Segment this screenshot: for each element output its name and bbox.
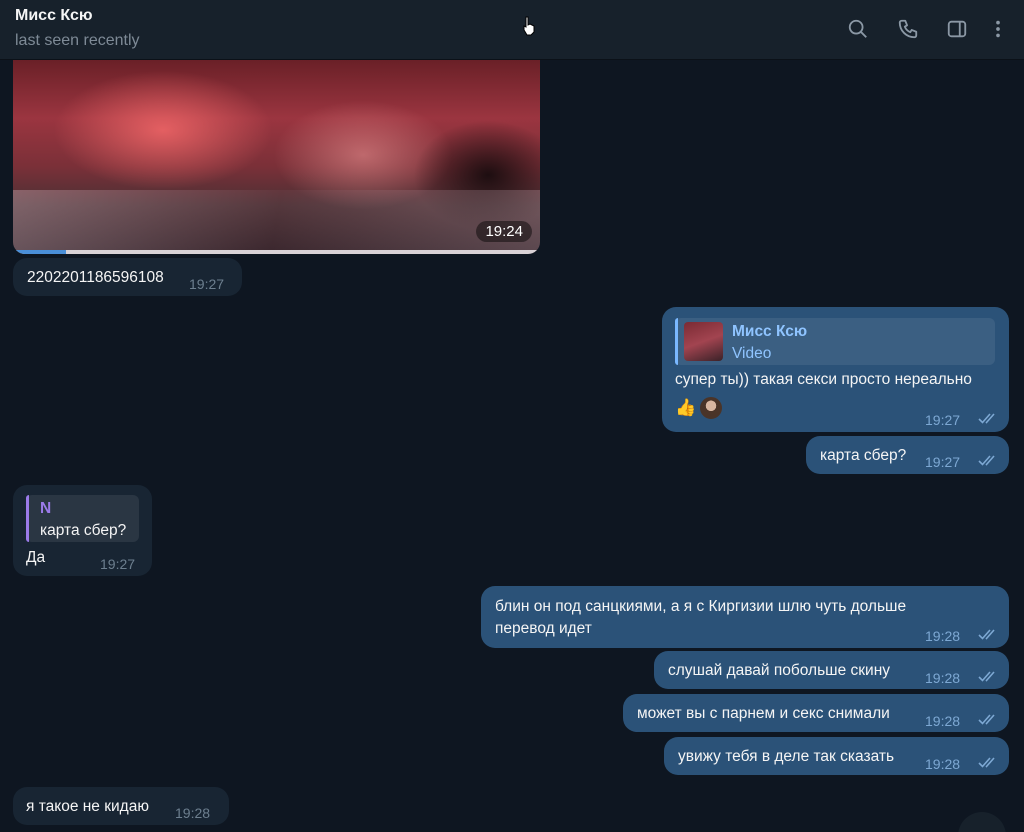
message-time: 19:28 bbox=[925, 628, 961, 644]
message-time: 19:28 bbox=[925, 713, 961, 729]
message-bubble-incoming[interactable]: 2202201186596108 19:27 bbox=[13, 258, 242, 296]
message-bubble-outgoing[interactable]: увижу тебя в деле так сказать 19:28 bbox=[664, 737, 1009, 775]
video-progress-fill bbox=[13, 250, 66, 254]
read-receipt-icon bbox=[978, 413, 995, 424]
message-text: увижу тебя в деле так сказать bbox=[678, 748, 895, 765]
message-time: 19:28 bbox=[925, 756, 961, 772]
mouse-cursor-icon bbox=[523, 16, 535, 36]
reply-quote[interactable]: N карта сбер? bbox=[26, 495, 139, 542]
message-time: 19:27 bbox=[189, 276, 225, 292]
message-reaction[interactable]: 👍 bbox=[675, 396, 724, 420]
message-time: 19:24 bbox=[476, 221, 532, 242]
message-text-line: перевод идет bbox=[495, 620, 592, 637]
message-text: может вы с парнем и секс снимали bbox=[637, 705, 890, 722]
read-receipt-icon bbox=[978, 714, 995, 725]
message-bubble-outgoing[interactable]: блин он под санцкиями, а я с Киргизии шл… bbox=[481, 586, 1009, 648]
reply-quote-bar bbox=[26, 495, 29, 542]
read-receipt-icon bbox=[978, 455, 995, 466]
message-bubble-outgoing[interactable]: может вы с парнем и секс снимали 19:28 bbox=[623, 694, 1009, 732]
sidebar-toggle-icon[interactable] bbox=[944, 16, 970, 42]
reply-preview: Video bbox=[732, 345, 772, 362]
scroll-to-bottom-button[interactable] bbox=[958, 812, 1006, 832]
video-frame-highlight bbox=[53, 70, 273, 190]
message-bubble-incoming[interactable]: я такое не кидаю 19:28 bbox=[13, 787, 229, 825]
reply-quote-bar bbox=[675, 318, 678, 365]
reply-author: Мисс Ксю bbox=[732, 323, 808, 340]
message-bubble-outgoing[interactable]: карта сбер? 19:27 bbox=[806, 436, 1009, 474]
message-text: я такое не кидаю bbox=[26, 798, 149, 815]
reaction-emoji: 👍 bbox=[675, 398, 697, 417]
reply-video-thumbnail bbox=[684, 322, 723, 361]
video-progress-track[interactable] bbox=[13, 250, 540, 254]
reply-author: N bbox=[40, 500, 52, 517]
read-receipt-icon bbox=[978, 629, 995, 640]
message-time: 19:27 bbox=[925, 412, 961, 428]
message-time: 19:27 bbox=[925, 454, 961, 470]
phone-icon[interactable] bbox=[895, 16, 921, 42]
chat-header: Мисс Ксю last seen recently bbox=[0, 0, 1024, 60]
chat-title[interactable]: Мисс Ксю bbox=[15, 7, 93, 25]
read-receipt-icon bbox=[978, 757, 995, 768]
video-frame-sheet bbox=[13, 190, 540, 250]
search-icon[interactable] bbox=[845, 16, 871, 42]
chat-status: last seen recently bbox=[15, 32, 140, 49]
message-text: супер ты)) такая секси просто нереально bbox=[675, 371, 972, 388]
message-bubble-outgoing[interactable]: Мисс Ксю Video супер ты)) такая секси пр… bbox=[662, 307, 1009, 432]
message-text-line: блин он под санцкиями, а я с Киргизии шл… bbox=[495, 598, 907, 615]
reply-preview: карта сбер? bbox=[40, 522, 127, 539]
message-bubble-incoming[interactable]: N карта сбер? Да 19:27 bbox=[13, 485, 152, 576]
read-receipt-icon bbox=[978, 671, 995, 682]
reaction-avatar bbox=[699, 396, 724, 420]
message-text: слушай давай побольше скину bbox=[668, 662, 891, 679]
message-time: 19:28 bbox=[175, 805, 211, 821]
video-message[interactable]: 19:24 bbox=[13, 60, 540, 254]
message-text: карта сбер? bbox=[820, 447, 907, 464]
message-time: 19:27 bbox=[100, 556, 136, 572]
message-text: Да bbox=[26, 549, 46, 566]
message-time: 19:28 bbox=[925, 670, 961, 686]
more-vert-icon[interactable] bbox=[985, 16, 1011, 42]
message-bubble-outgoing[interactable]: слушай давай побольше скину 19:28 bbox=[654, 651, 1009, 689]
message-text: 2202201186596108 bbox=[27, 269, 164, 286]
reply-quote[interactable]: Мисс Ксю Video bbox=[675, 318, 995, 365]
telegram-chat-window: Мисс Ксю last seen recently 19:24 220220… bbox=[0, 0, 1024, 832]
